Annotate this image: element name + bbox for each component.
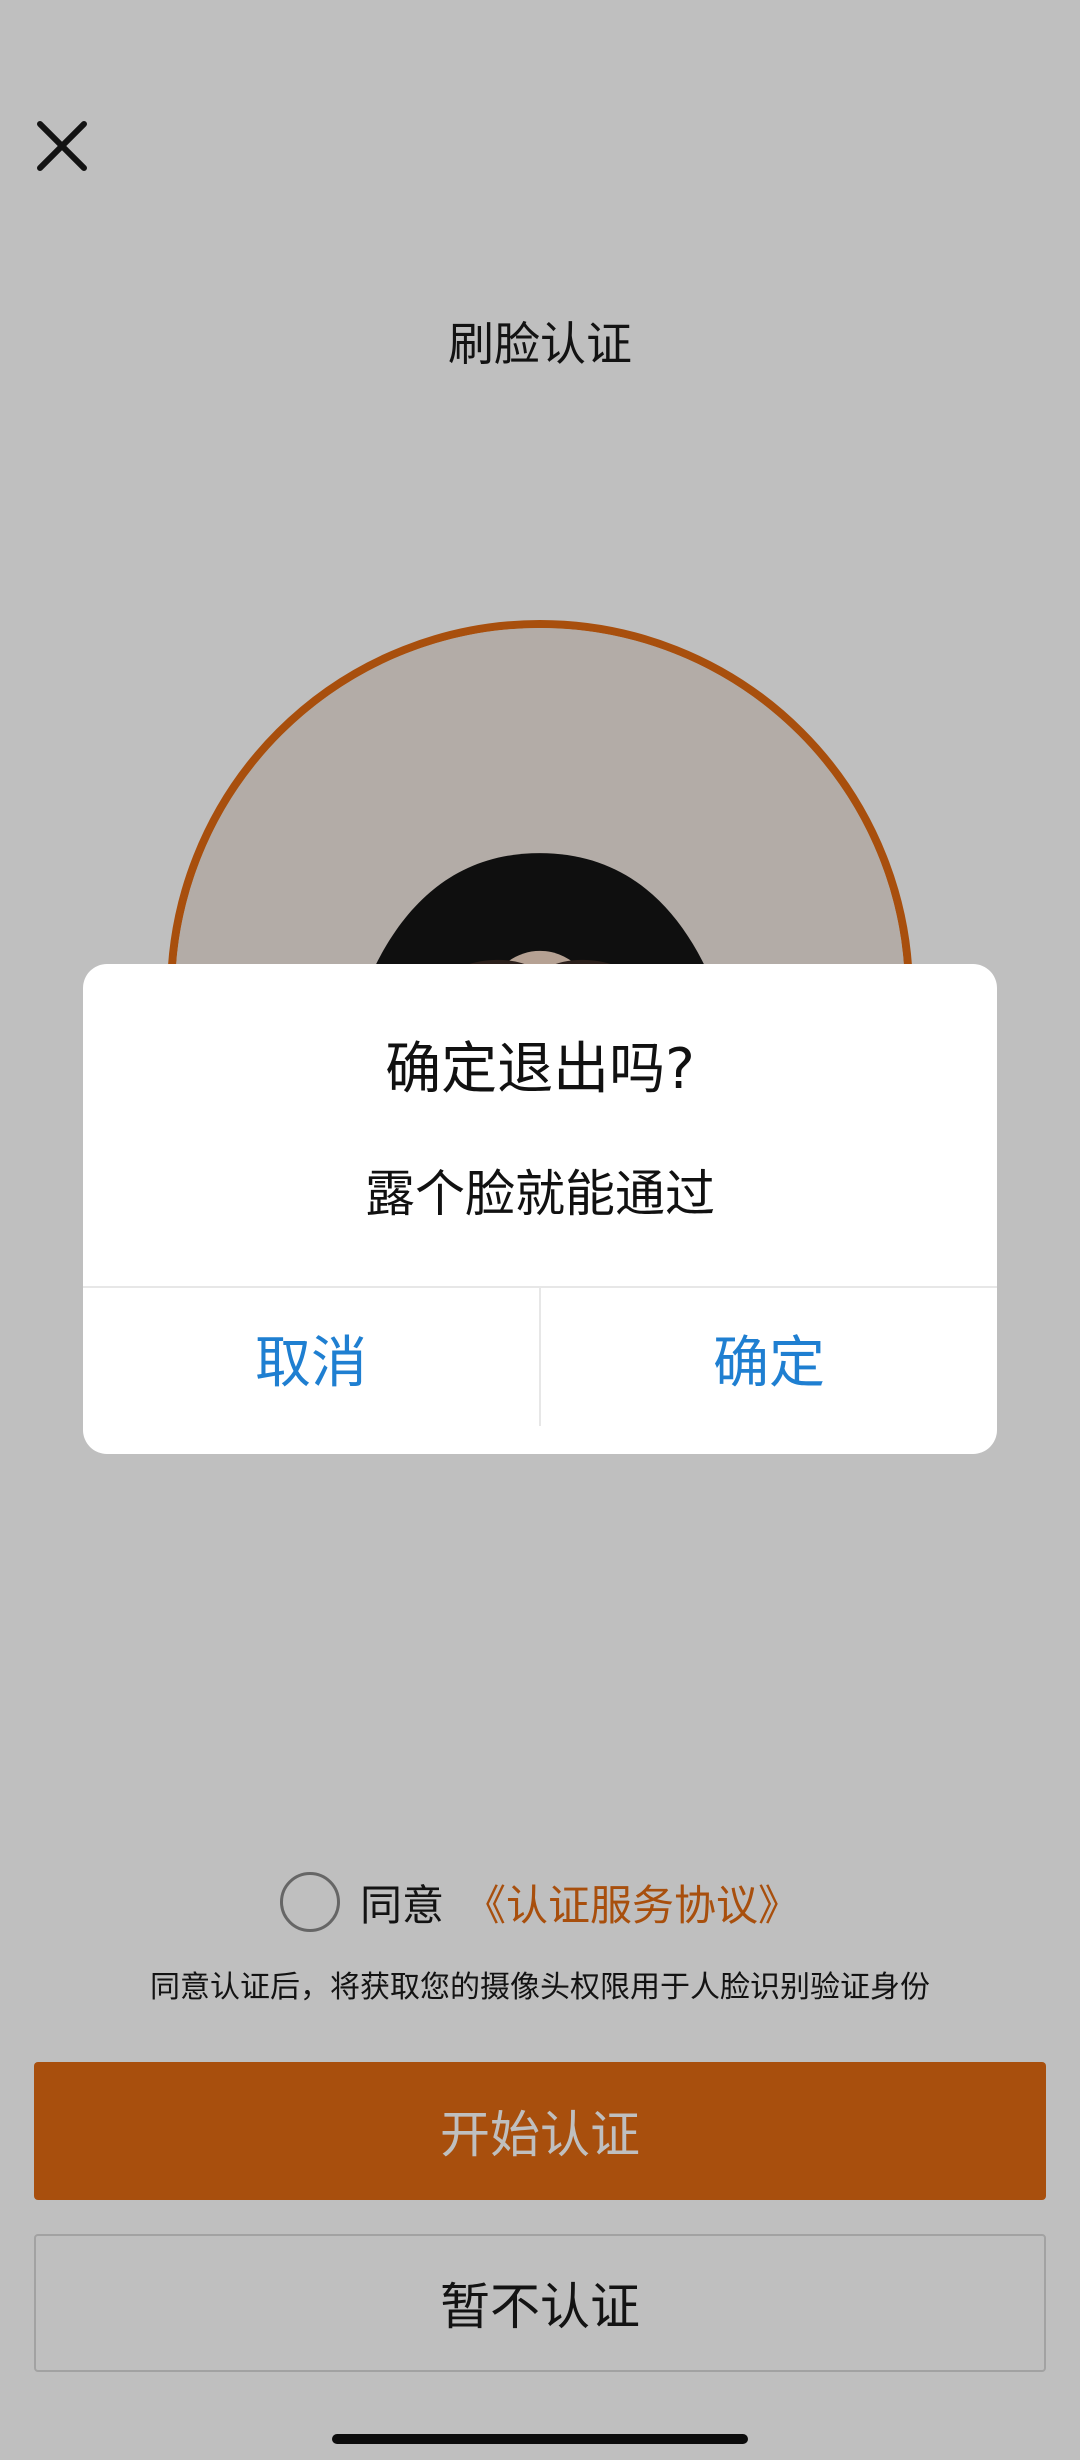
dialog-confirm-button[interactable]: 确定 (541, 1288, 997, 1428)
dialog-title: 确定退出吗? (385, 1037, 695, 1102)
exit-confirm-dialog: 确定退出吗? 露个脸就能通过 取消 确定 (83, 964, 997, 1454)
dialog-message: 露个脸就能通过 (365, 1165, 715, 1223)
dialog-cancel-button[interactable]: 取消 (83, 1288, 539, 1428)
